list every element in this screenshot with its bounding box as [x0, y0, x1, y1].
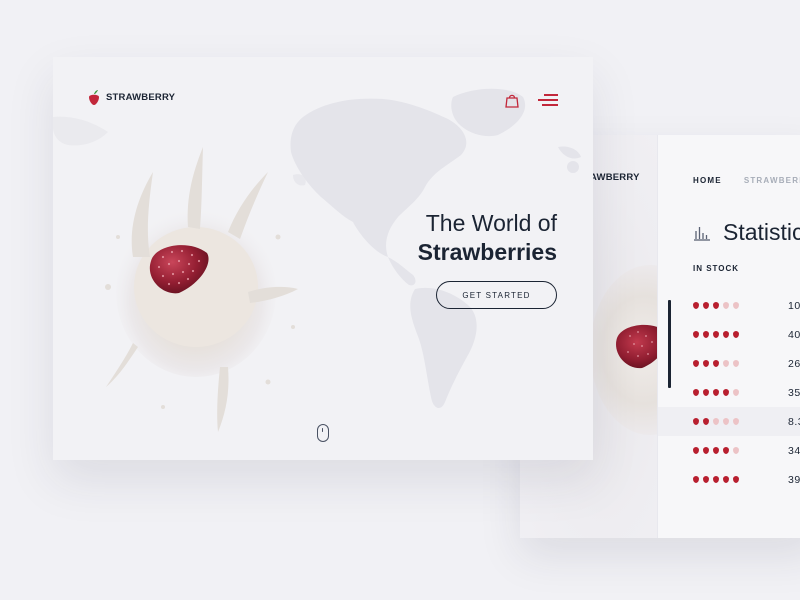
stock-row[interactable]: 40.: [658, 320, 800, 349]
stock-value: 26: [788, 357, 800, 370]
strawberry-logo-icon: [89, 90, 99, 105]
stock-row[interactable]: 34.: [658, 436, 800, 465]
bar-chart-icon: [694, 226, 710, 241]
strawberry-rating-icon: [713, 331, 719, 338]
stock-list: 10. 40. 26 35. 8.3 34. 39.: [658, 291, 800, 494]
nav-strawberries-link[interactable]: STRAWBERRIES: [744, 176, 800, 185]
strawberry-rating-icon: [713, 418, 719, 425]
stock-row[interactable]: 26: [658, 349, 800, 378]
strawberry-rating-icon: [693, 302, 699, 309]
strawberry-rating-icon: [693, 331, 699, 338]
strawberry-rating-icon: [723, 447, 729, 454]
landing-page-card: STRAWBERRY The World of Strawberries GET…: [53, 57, 593, 460]
strawberry-rating-icon: [733, 360, 739, 367]
rating-strawberries: [693, 331, 739, 338]
back-logo-text: AWBERRY: [590, 172, 640, 183]
strawberry-rating-icon: [733, 447, 739, 454]
strawberry-rating-icon: [703, 302, 709, 309]
get-started-button[interactable]: GET STARTED: [436, 281, 557, 309]
strawberry-rating-icon: [703, 476, 709, 483]
hero-heading: The World of Strawberries: [418, 209, 557, 267]
stock-value: 8.3: [788, 415, 800, 428]
strawberry-rating-icon: [713, 476, 719, 483]
strawberry-rating-icon: [693, 360, 699, 367]
shopping-bag-icon[interactable]: [505, 93, 519, 108]
stock-row[interactable]: 35.: [658, 378, 800, 407]
brand-logo[interactable]: STRAWBERRY: [88, 89, 175, 106]
strawberry-image: [149, 245, 209, 294]
strawberry-rating-icon: [703, 418, 709, 425]
strawberry-rating-icon: [733, 476, 739, 483]
strawberry-rating-icon: [713, 389, 719, 396]
brand-name: STRAWBERRY: [106, 92, 176, 103]
stock-row[interactable]: 10.: [658, 291, 800, 320]
strawberry-rating-icon: [723, 302, 729, 309]
statistics-panel: HOME STRAWBERRIES Statistic IN STOCK 10.…: [657, 135, 800, 538]
strawberry-rating-icon: [703, 360, 709, 367]
strawberry-rating-icon: [713, 302, 719, 309]
rating-strawberries: [693, 389, 739, 396]
strawberry-rating-icon: [723, 389, 729, 396]
rating-strawberries: [693, 447, 739, 454]
stock-value: 40.: [788, 328, 800, 341]
hero-title-line1: The World of: [425, 210, 557, 236]
in-stock-label: IN STOCK: [693, 264, 740, 273]
rating-strawberries: [693, 360, 739, 367]
mouse-scroll-icon[interactable]: [317, 424, 329, 442]
strawberry-rating-icon: [733, 418, 739, 425]
strawberry-rating-icon: [693, 476, 699, 483]
stock-row[interactable]: 39.: [658, 465, 800, 494]
strawberry-rating-icon: [703, 331, 709, 338]
statistics-heading: Statistic: [693, 219, 800, 246]
stock-value: 39.: [788, 473, 800, 486]
stock-value: 35.: [788, 386, 800, 399]
strawberry-image: [616, 324, 657, 369]
top-nav: HOME STRAWBERRIES: [693, 176, 800, 185]
rating-strawberries: [693, 476, 739, 483]
hero-title-line2: Strawberries: [417, 239, 557, 265]
stock-value: 34.: [788, 444, 800, 457]
stock-row[interactable]: 8.3: [658, 407, 800, 436]
rating-strawberries: [693, 302, 739, 309]
strawberry-rating-icon: [723, 360, 729, 367]
strawberry-rating-icon: [733, 331, 739, 338]
strawberry-rating-icon: [723, 418, 729, 425]
strawberry-rating-icon: [703, 447, 709, 454]
rating-strawberries: [693, 418, 739, 425]
stock-value: 10.: [788, 299, 800, 312]
strawberry-rating-icon: [733, 302, 739, 309]
hamburger-menu-icon[interactable]: [538, 94, 558, 108]
strawberry-rating-icon: [713, 447, 719, 454]
nav-home-link[interactable]: HOME: [693, 176, 722, 185]
strawberry-rating-icon: [693, 447, 699, 454]
strawberry-rating-icon: [693, 418, 699, 425]
strawberry-rating-icon: [703, 389, 709, 396]
strawberry-rating-icon: [723, 331, 729, 338]
page-title: Statistic: [723, 219, 800, 245]
strawberry-rating-icon: [713, 360, 719, 367]
strawberry-rating-icon: [693, 389, 699, 396]
strawberry-rating-icon: [723, 476, 729, 483]
strawberry-rating-icon: [733, 389, 739, 396]
